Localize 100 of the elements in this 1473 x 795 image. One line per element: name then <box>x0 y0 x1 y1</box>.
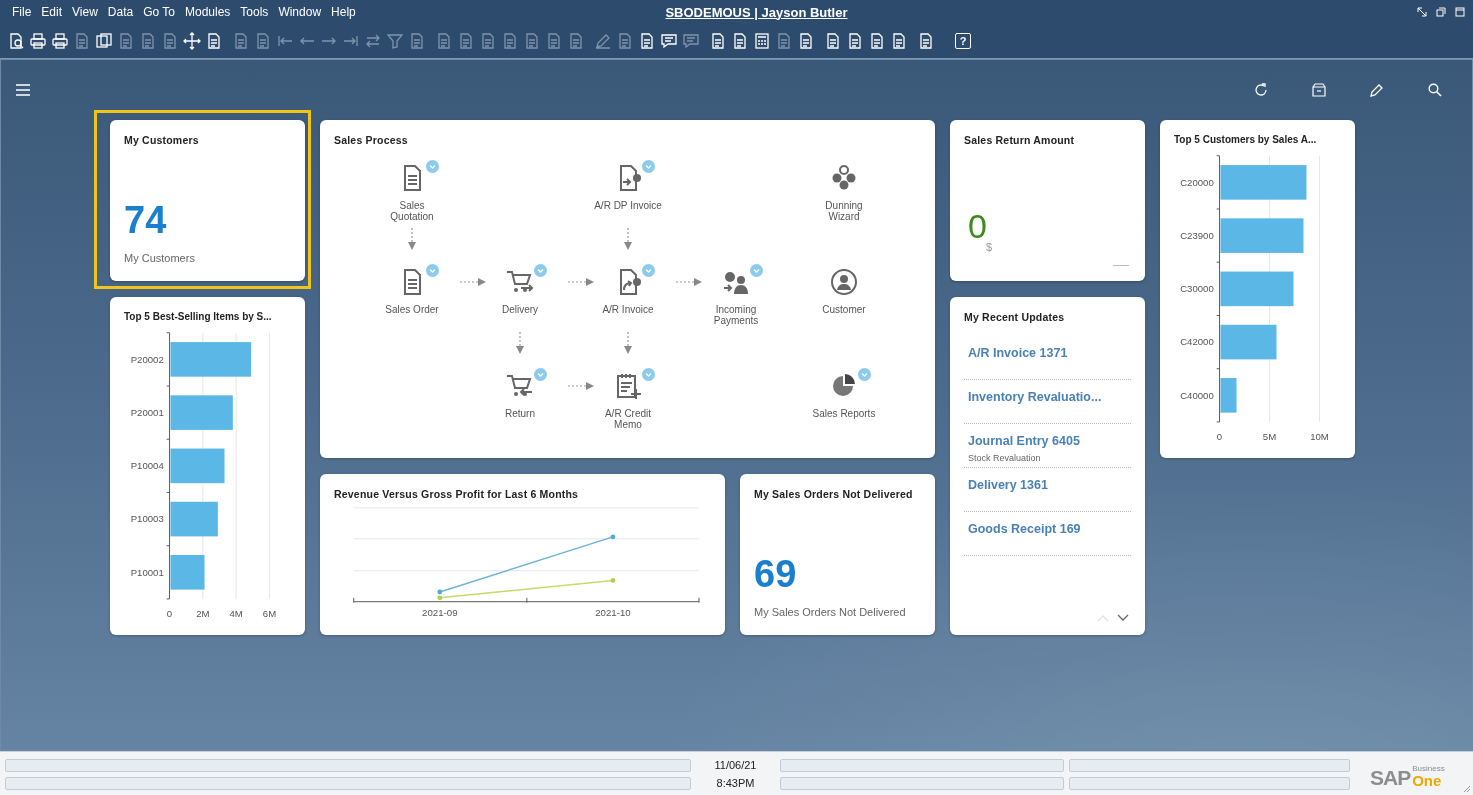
logo-brand: SAP <box>1370 768 1411 788</box>
logo-product-top: Business <box>1412 765 1445 773</box>
update-note: Stock Revaluation <box>968 453 1041 463</box>
currency-unit: $ <box>986 241 993 253</box>
menu-item[interactable]: Tools <box>235 5 274 19</box>
menu-item[interactable]: Edit <box>36 5 68 19</box>
window-control-icon[interactable] <box>1417 7 1427 17</box>
tile-title: My Recent Updates <box>964 310 1065 324</box>
menu-item[interactable]: Data <box>102 5 139 19</box>
process-step-label: A/R Invoice <box>602 304 654 315</box>
speech-bubble-icon[interactable] <box>660 32 678 50</box>
document-icon[interactable] <box>205 32 223 50</box>
edit-icon[interactable] <box>1370 83 1384 97</box>
kpi-value: 74 <box>124 201 167 239</box>
dashboard-tile[interactable]: My Sales Orders Not Delivered 69 My Sales Orders Not Delivered <box>740 474 935 635</box>
category-label: C23900 <box>1180 230 1214 241</box>
process-step-label: Sales Quotation <box>389 200 435 222</box>
tile-title: Top 5 Customers by Sales A... <box>1174 133 1317 147</box>
chart-bar <box>1220 324 1277 360</box>
tile-title: My Customers <box>124 133 199 147</box>
document-icon[interactable] <box>846 32 864 50</box>
tile-title: Sales Process <box>334 133 408 147</box>
category-label: C20000 <box>1180 176 1214 188</box>
dashboard-tile[interactable]: Sales Process Sales Quotation A/R DP Invoice Dunning Wizard Sales Order Delivery A/R Invoice Incoming Payments Customer Return A/R Credit Memo Sales Reports <box>320 120 935 458</box>
document-icon[interactable] <box>731 32 749 50</box>
menu-item[interactable]: Window <box>273 5 327 19</box>
axis-label: 6M <box>262 608 277 620</box>
printer-icon[interactable] <box>29 32 47 50</box>
resize-grip-icon[interactable] <box>1463 785 1471 793</box>
axis-label: 0 <box>166 608 173 620</box>
update-link[interactable]: Journal Entry 6405 <box>968 433 1080 449</box>
refresh-icon[interactable] <box>1254 83 1268 97</box>
chart-bar <box>1220 378 1237 413</box>
menu-item[interactable]: View <box>67 5 103 19</box>
printer-icon[interactable] <box>51 32 69 50</box>
search-icon[interactable] <box>1428 83 1442 97</box>
axis-label: 2021-09 <box>422 607 458 619</box>
axis-label: 0 <box>1216 431 1223 443</box>
document-icon[interactable] <box>868 32 886 50</box>
chart-bar <box>170 555 205 590</box>
window-control-icon[interactable] <box>1455 7 1465 17</box>
kpi-value: 69 <box>754 555 797 593</box>
category-label: C42000 <box>1180 336 1214 348</box>
category-label: P20001 <box>130 407 164 418</box>
chart-bar <box>170 448 225 484</box>
help-button[interactable]: ? <box>955 33 971 49</box>
update-link[interactable]: Inventory Revaluatio... <box>968 389 1102 405</box>
document-icon[interactable] <box>890 32 908 50</box>
date-text: 11/06/21 <box>713 759 758 772</box>
process-step-label: A/R DP Invoice <box>594 200 662 211</box>
move-icon[interactable] <box>183 32 201 50</box>
calculator-icon[interactable] <box>753 32 771 50</box>
menu-item[interactable]: Help <box>326 5 361 19</box>
tile-title: My Sales Orders Not Delivered <box>754 487 913 501</box>
process-step-label: Customer <box>822 304 866 315</box>
person-circle-icon[interactable] <box>829 267 859 297</box>
document-icon[interactable] <box>709 32 727 50</box>
axis-label: 2021-10 <box>595 607 631 619</box>
chevron-down-icon[interactable] <box>1117 614 1129 622</box>
box-icon[interactable] <box>1312 83 1326 97</box>
category-label: P10003 <box>130 513 164 525</box>
axis-label: 2M <box>196 608 210 620</box>
process-step-label: Dunning Wizard <box>824 200 864 222</box>
dashboard-tile[interactable]: Revenue Versus Gross Profit for Last 6 Months 2021-09 2021-10 <box>320 474 725 635</box>
document-icon[interactable] <box>824 32 842 50</box>
process-step-label: Sales Reports <box>812 408 876 419</box>
category-label: P20002 <box>130 353 164 365</box>
document-search-icon[interactable] <box>7 32 25 50</box>
document-icon[interactable] <box>917 32 935 50</box>
axis-label: 4M <box>229 608 243 620</box>
chart-bar <box>170 395 233 430</box>
dashboard-tile[interactable]: Top 5 Customers by Sales A... C20000 C23900 C30000 C42000 C40000 0 5M 10M <box>1160 120 1355 458</box>
menu-item[interactable]: Go To <box>138 5 180 19</box>
axis-label: 5M <box>1262 431 1277 443</box>
category-label: C30000 <box>1180 283 1214 295</box>
update-link[interactable]: A/R Invoice 1371 <box>968 345 1068 361</box>
tile-title: Sales Return Amount <box>964 133 1075 147</box>
menu-item[interactable]: Modules <box>180 5 236 19</box>
menu-icon[interactable] <box>16 84 30 96</box>
category-label: P10004 <box>130 460 164 472</box>
time-text: 8:43PM <box>715 777 756 790</box>
logo-product: One <box>1412 773 1443 788</box>
menu-item[interactable]: File <box>7 5 37 19</box>
update-link[interactable]: Goods Receipt 169 <box>968 521 1081 537</box>
process-step-label: Return <box>505 408 535 419</box>
document-icon[interactable] <box>638 32 656 50</box>
kpi-caption: My Customers <box>124 252 195 265</box>
document-icon[interactable] <box>797 32 815 50</box>
copy-icon[interactable] <box>95 32 113 50</box>
tile-title: Revenue Versus Gross Profit for Last 6 Months <box>334 487 579 501</box>
dashboard-tile[interactable]: My Customers 74 My Customers <box>110 120 305 281</box>
dashboard-tile[interactable]: Sales Return Amount 0 $ <box>950 120 1145 281</box>
update-link[interactable]: Delivery 1361 <box>968 477 1048 493</box>
process-step-label: A/R Credit Memo <box>603 408 653 430</box>
kpi-caption: My Sales Orders Not Delivered <box>754 606 906 619</box>
dashboard-tile[interactable]: Top 5 Best-Selling Items by S... P20002 P20001 P10004 P10003 P10001 0 2M 4M 6M <box>110 297 305 635</box>
dashboard-tile[interactable]: My Recent Updates A/R Invoice 1371 Inventory Revaluatio... Journal Entry 6405 Stock Revaluation Delivery 1361 Goods Receipt 169 <box>950 297 1145 635</box>
process-step-label: Sales Order <box>385 304 439 315</box>
category-label: P10001 <box>130 566 164 578</box>
window-control-icon[interactable] <box>1436 7 1446 17</box>
